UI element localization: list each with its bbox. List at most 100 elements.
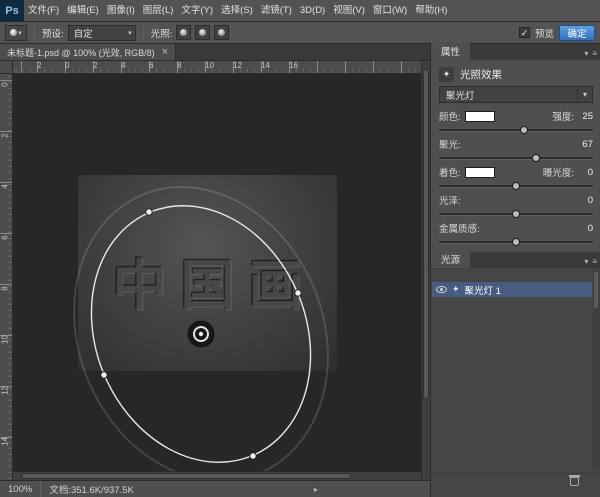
- app-logo: Ps: [0, 0, 24, 22]
- exposure-label: 曝光度:: [543, 165, 574, 179]
- preview-checkbox[interactable]: ✓: [519, 27, 530, 38]
- properties-panel-body: ✦ 光照效果 聚光灯 ▾ 颜色: 强度: 25 聚光:: [431, 60, 600, 252]
- ruler-number: 12: [1, 384, 10, 398]
- spotlight-center-dot: [199, 332, 203, 336]
- point-light-glyph: [180, 29, 187, 36]
- ruler-number: 2: [37, 61, 41, 70]
- preset-dropdown[interactable]: 自定 ▾: [68, 25, 136, 41]
- colorize-swatch[interactable]: [465, 167, 495, 178]
- eye-pupil: [440, 288, 443, 291]
- document-tab[interactable]: 未标题-1.psd @ 100% (光效, RGB/8) ×: [0, 44, 176, 60]
- vertical-scrollbar[interactable]: [421, 61, 430, 480]
- zoom-level-field[interactable]: 100%: [0, 484, 40, 495]
- menu-item-help[interactable]: 帮助(H): [411, 0, 451, 21]
- menu-item-3d[interactable]: 3D(D): [296, 0, 329, 21]
- point-light-icon[interactable]: [176, 25, 191, 40]
- ruler-number: 12: [233, 61, 242, 70]
- properties-header-icons: ▾ ≡: [584, 49, 600, 60]
- gloss-value[interactable]: 0: [577, 195, 593, 206]
- options-right-group: ✓ 预览 确定: [519, 25, 595, 41]
- focus-label: 聚光:: [439, 137, 461, 151]
- spotlight-handle-top[interactable]: [146, 209, 152, 215]
- preview-label: 预览: [535, 26, 554, 40]
- document-tab-title: 未标题-1.psd @ 100% (光效, RGB/8): [7, 46, 155, 59]
- color-swatch[interactable]: [465, 111, 495, 122]
- menu-item-type[interactable]: 文字(Y): [177, 0, 217, 21]
- collapse-icon[interactable]: ▾: [584, 257, 588, 266]
- ruler-number: 6: [1, 231, 10, 245]
- ruler-number: 8: [1, 282, 10, 296]
- chevron-down-icon: ▾: [577, 87, 592, 102]
- visibility-eye-icon[interactable]: [436, 286, 447, 293]
- intensity-value[interactable]: 25: [577, 111, 593, 122]
- menu-item-file[interactable]: 文件(F): [24, 0, 63, 21]
- spot-light-glyph: [199, 29, 206, 36]
- ruler-number: 8: [177, 61, 181, 70]
- menu-item-image[interactable]: 图像(I): [103, 0, 139, 21]
- horizontal-scrollbar-thumb[interactable]: [21, 473, 351, 479]
- focus-value[interactable]: 67: [577, 139, 593, 150]
- intensity-group: 强度: 25: [552, 109, 593, 123]
- canvas[interactable]: 中国画: [13, 74, 421, 480]
- exposure-slider-thumb[interactable]: [512, 182, 520, 190]
- gloss-slider-thumb[interactable]: [512, 210, 520, 218]
- metallic-slider-thumb[interactable]: [512, 238, 520, 246]
- separator: [143, 25, 144, 41]
- lights-scrollbar-thumb[interactable]: [594, 272, 598, 308]
- focus-slider: [439, 153, 593, 163]
- properties-panel-header: 属性 ▾ ≡: [431, 44, 600, 60]
- vertical-ruler[interactable]: 0 2 4 6 8 10 12 14: [0, 74, 13, 480]
- light-list-item[interactable]: ✦ 聚光灯 1: [432, 282, 592, 297]
- focus-slider-thumb[interactable]: [532, 154, 540, 162]
- spotlight-handle-bottom[interactable]: [250, 453, 256, 459]
- horizontal-ruler[interactable]: 2 0 2 4 6 8 10 12 14 16: [13, 61, 421, 74]
- lights-scrollbar[interactable]: [593, 270, 600, 468]
- panel-menu-icon[interactable]: ≡: [592, 257, 597, 266]
- ruler-number: 2: [93, 61, 97, 70]
- ruler-origin-corner[interactable]: [0, 61, 13, 74]
- light-type-dropdown[interactable]: 聚光灯 ▾: [439, 86, 593, 103]
- horizontal-scrollbar[interactable]: [13, 471, 421, 480]
- tool-preset-picker[interactable]: ▾: [5, 25, 27, 41]
- spot-light-icon[interactable]: [195, 25, 210, 40]
- ok-button[interactable]: 确定: [559, 25, 595, 41]
- ruler-number: 14: [261, 61, 270, 70]
- preset-label: 预设:: [42, 26, 64, 40]
- menu-item-edit[interactable]: 编辑(E): [63, 0, 103, 21]
- lights-label: 光照:: [151, 26, 173, 40]
- spotlight-handle-left[interactable]: [101, 372, 107, 378]
- lighting-effects-icon: ✦: [439, 67, 454, 82]
- exposure-value[interactable]: 0: [577, 167, 593, 178]
- menu-item-view[interactable]: 视图(V): [329, 0, 369, 21]
- spotlight-falloff-ellipse[interactable]: [30, 147, 373, 480]
- tab-lights[interactable]: 光源: [431, 250, 470, 268]
- metallic-value[interactable]: 0: [577, 223, 593, 234]
- panel-menu-icon[interactable]: ≡: [592, 49, 597, 58]
- lights-panel-body: ✦ 聚光灯 1: [431, 268, 600, 497]
- ruler-number: 0: [1, 78, 10, 92]
- focus-slider-track[interactable]: [439, 157, 593, 160]
- delete-light-trash-icon[interactable]: [570, 477, 579, 486]
- menu-item-window[interactable]: 窗口(W): [369, 0, 411, 21]
- menu-item-layer[interactable]: 图层(L): [139, 0, 178, 21]
- spotlight-handle-right[interactable]: [295, 290, 301, 296]
- status-bar: 100% 文档:351.6K/937.5K ▸: [0, 480, 430, 497]
- status-popup-arrow-icon[interactable]: ▸: [314, 485, 318, 494]
- photoshop-window: Ps 文件(F) 编辑(E) 图像(I) 图层(L) 文字(Y) 选择(S) 滤…: [0, 0, 600, 497]
- focus-group: 67: [577, 139, 593, 150]
- vertical-scrollbar-thumb[interactable]: [423, 69, 429, 399]
- close-icon[interactable]: ×: [162, 48, 168, 57]
- intensity-label: 强度:: [552, 109, 574, 123]
- gloss-label: 光泽:: [439, 193, 461, 207]
- lights-header-icons: ▾ ≡: [584, 257, 600, 268]
- menu-item-select[interactable]: 选择(S): [217, 0, 257, 21]
- separator: [34, 25, 35, 41]
- collapse-icon[interactable]: ▾: [584, 49, 588, 58]
- intensity-slider-thumb[interactable]: [520, 126, 528, 134]
- infinite-light-icon[interactable]: [214, 25, 229, 40]
- document-size-info: 文档:351.6K/937.5K: [41, 482, 134, 496]
- tab-properties[interactable]: 属性: [431, 42, 470, 60]
- menu-item-filter[interactable]: 滤镜(T): [257, 0, 296, 21]
- intensity-slider-track[interactable]: [439, 129, 593, 132]
- ruler-number: 4: [121, 61, 125, 70]
